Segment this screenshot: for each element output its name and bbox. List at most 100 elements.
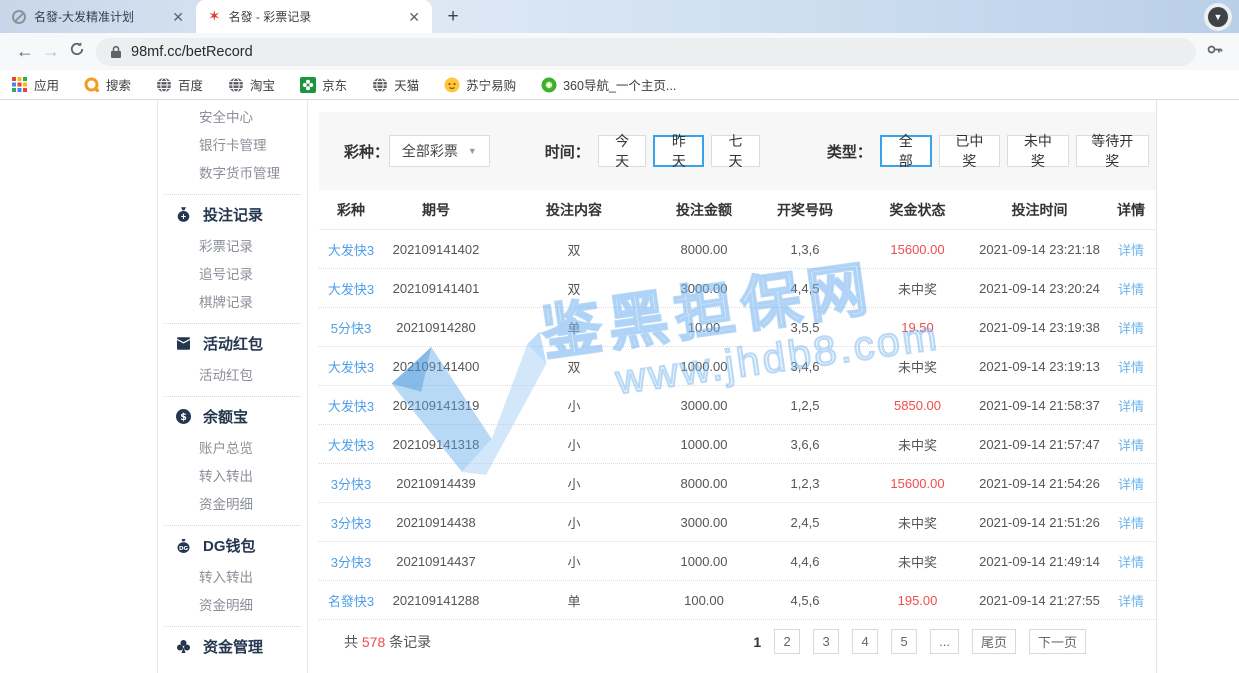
bookmark-item[interactable]: 淘宝 [228, 75, 275, 94]
bookmark-item[interactable]: 天猫 [372, 75, 419, 94]
detail-link[interactable]: 详情 [1105, 513, 1157, 532]
chevron-down-icon: ▼ [1208, 7, 1228, 27]
lottery-link[interactable]: 大发快3 [319, 240, 383, 259]
table-header: 彩种期号投注内容投注金额开奖号码奖金状态投注时间详情 [319, 190, 1156, 230]
lottery-link[interactable]: 大发快3 [319, 279, 383, 298]
sidebar-item-彩票记录[interactable]: 彩票记录 [158, 233, 307, 261]
page-button-2[interactable]: 2 [774, 629, 800, 654]
detail-link[interactable]: 详情 [1105, 240, 1157, 259]
back-button[interactable]: ← [12, 41, 38, 62]
bookmark-item[interactable]: 360导航_一个主页... [541, 75, 676, 94]
lock-icon [110, 45, 122, 59]
bet-time: 2021-09-14 21:54:26 [974, 476, 1105, 491]
page-button-5[interactable]: 5 [891, 629, 917, 654]
sidebar-item-数字货币管理[interactable]: 数字货币管理 [158, 160, 307, 188]
sidebar-item-资金明细[interactable]: 资金明细 [158, 491, 307, 519]
bookmark-item[interactable]: 京东 [300, 75, 347, 94]
bookmark-label: 淘宝 [250, 75, 275, 94]
type-filter-button-等待开奖[interactable]: 等待开奖 [1076, 135, 1149, 167]
bet-time: 2021-09-14 21:51:26 [974, 515, 1105, 530]
sidebar-item-转入转出[interactable]: 转入转出 [158, 463, 307, 491]
page-button-3[interactable]: 3 [813, 629, 839, 654]
sidebar-divider [164, 396, 301, 397]
lottery-link[interactable]: 大发快3 [319, 435, 383, 454]
lottery-link[interactable]: 5分快3 [319, 318, 383, 337]
sidebar-item-银行卡管理[interactable]: 银行卡管理 [158, 132, 307, 160]
browser-toolbar: ← → 98mf.cc/betRecord [0, 33, 1239, 70]
draw-numbers: 3,4,6 [749, 359, 861, 374]
sidebar-section-余额宝[interactable]: $余额宝 [158, 403, 307, 429]
sidebar-item-棋牌记录[interactable]: 棋牌记录 [158, 289, 307, 317]
bet-content: 双 [489, 279, 659, 298]
page-button-下一页[interactable]: 下一页 [1029, 629, 1086, 654]
time-filter-button-七天[interactable]: 七天 [711, 135, 760, 167]
detail-link[interactable]: 详情 [1105, 591, 1157, 610]
page-button-尾页[interactable]: 尾页 [972, 629, 1016, 654]
issue-number: 202109141400 [383, 359, 489, 374]
sidebar-section-DG钱包[interactable]: DGDG钱包 [158, 532, 307, 558]
bet-time: 2021-09-14 21:27:55 [974, 593, 1105, 608]
time-filter-button-昨天[interactable]: 昨天 [653, 135, 704, 167]
forward-button[interactable]: → [38, 41, 64, 62]
sidebar-section-活动红包[interactable]: 活动红包 [158, 330, 307, 356]
reload-button[interactable] [64, 41, 90, 62]
detail-link[interactable]: 详情 [1105, 474, 1157, 493]
detail-link[interactable]: 详情 [1105, 357, 1157, 376]
lottery-link[interactable]: 大发快3 [319, 357, 383, 376]
globe-icon [156, 77, 172, 93]
tab-close-icon[interactable]: ✕ [408, 10, 420, 24]
sidebar-section-label: DG钱包 [203, 535, 256, 556]
sidebar-section-资金管理[interactable]: 资金管理 [158, 633, 307, 659]
address-bar[interactable]: 98mf.cc/betRecord [96, 38, 1196, 66]
draw-numbers: 2,4,5 [749, 515, 861, 530]
bet-amount: 10.00 [659, 320, 749, 335]
browser-window: 名發-大发精准计划 ✕ ✶ 名發 - 彩票记录 ✕ + ▼ ← → 98mf.c… [0, 0, 1239, 673]
tab-close-icon[interactable]: ✕ [172, 10, 184, 24]
lottery-select[interactable]: 全部彩票 ▼ [389, 135, 490, 167]
lottery-link[interactable]: 大发快3 [319, 396, 383, 415]
left-gutter [0, 100, 158, 673]
page-button-...[interactable]: ... [930, 629, 959, 654]
bookmark-label: 百度 [178, 75, 203, 94]
sidebar-item-资金明细[interactable]: 资金明细 [158, 592, 307, 620]
issue-number: 20210914437 [383, 554, 489, 569]
tab-search-button[interactable]: ▼ [1204, 3, 1232, 31]
filter-bar: 彩种： 全部彩票 ▼ 时间： 今天昨天七天 类型： 全部已中奖未中奖等待开奖 [319, 112, 1156, 190]
bookmark-item[interactable]: 应用 [12, 75, 59, 94]
bookmark-item[interactable]: 苏宁易购 [444, 75, 516, 94]
bookmark-item[interactable]: 搜索 [84, 75, 131, 94]
draw-numbers: 4,5,6 [749, 593, 861, 608]
bet-content: 小 [489, 474, 659, 493]
lottery-link[interactable]: 3分快3 [319, 513, 383, 532]
browser-tab-plan[interactable]: 名發-大发精准计划 ✕ [0, 0, 196, 33]
records-total-count: 578 [362, 634, 385, 650]
detail-link[interactable]: 详情 [1105, 435, 1157, 454]
time-filter-button-今天[interactable]: 今天 [598, 135, 647, 167]
browser-tab-bet-record[interactable]: ✶ 名發 - 彩票记录 ✕ [196, 0, 432, 33]
detail-link[interactable]: 详情 [1105, 552, 1157, 571]
lottery-link[interactable]: 3分快3 [319, 552, 383, 571]
sidebar-item-账户总览[interactable]: 账户总览 [158, 435, 307, 463]
page-body: 安全中心银行卡管理数字货币管理投注记录彩票记录追号记录棋牌记录活动红包活动红包$… [0, 100, 1239, 673]
lottery-link[interactable]: 3分快3 [319, 474, 383, 493]
type-filter-button-全部[interactable]: 全部 [880, 135, 932, 167]
sidebar-item-转入转出[interactable]: 转入转出 [158, 564, 307, 592]
new-tab-button[interactable]: + [440, 4, 466, 30]
sidebar-section-投注记录[interactable]: 投注记录 [158, 201, 307, 227]
draw-numbers: 1,2,3 [749, 476, 861, 491]
sidebar-item-安全中心[interactable]: 安全中心 [158, 104, 307, 132]
password-key-icon[interactable] [1206, 41, 1223, 63]
bookmark-item[interactable]: 百度 [156, 75, 203, 94]
detail-link[interactable]: 详情 [1105, 396, 1157, 415]
page-button-4[interactable]: 4 [852, 629, 878, 654]
sidebar-item-追号记录[interactable]: 追号记录 [158, 261, 307, 289]
sidebar-divider [164, 626, 301, 627]
lottery-link[interactable]: 名發快3 [319, 591, 383, 610]
column-header: 投注内容 [489, 200, 659, 220]
bet-content: 小 [489, 435, 659, 454]
detail-link[interactable]: 详情 [1105, 279, 1157, 298]
detail-link[interactable]: 详情 [1105, 318, 1157, 337]
type-filter-button-已中奖[interactable]: 已中奖 [939, 135, 1001, 167]
type-filter-button-未中奖[interactable]: 未中奖 [1007, 135, 1069, 167]
sidebar-item-活动红包[interactable]: 活动红包 [158, 362, 307, 390]
